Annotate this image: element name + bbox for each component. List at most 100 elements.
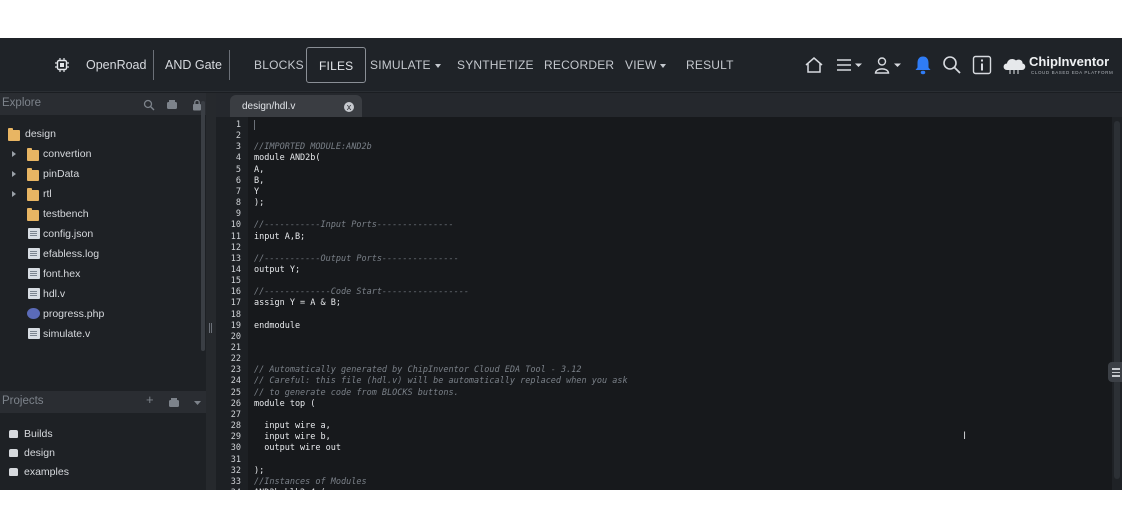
folder-icon — [27, 208, 39, 221]
line-number: 31 — [230, 454, 241, 465]
stack-icon[interactable] — [166, 98, 178, 110]
menu-files[interactable]: FILES — [306, 47, 367, 83]
project-item-label: Builds — [24, 428, 53, 440]
line-number: 16 — [230, 287, 241, 298]
splitter-grip-icon[interactable] — [209, 323, 212, 333]
editor-tab-hdl-v[interactable]: design/hdl.v x — [230, 95, 362, 117]
tab-path: design/ — [242, 101, 275, 112]
menu-icon[interactable] — [836, 54, 864, 76]
code-line: module AND2b( — [254, 153, 321, 164]
project-item-label: design — [24, 447, 55, 459]
user-icon[interactable] — [874, 54, 904, 76]
stack-icon[interactable] — [168, 396, 180, 408]
code-line: ); — [254, 465, 265, 476]
menu-simulate-label: SIMULATE — [370, 58, 431, 72]
code-line: input wire a, — [254, 421, 331, 432]
menu-result[interactable]: RESULT — [686, 47, 734, 83]
home-icon[interactable] — [804, 54, 824, 76]
line-number: 20 — [230, 331, 241, 342]
project-icon — [9, 449, 18, 457]
menu-view-label: VIEW — [625, 58, 657, 72]
chevron-right-icon[interactable] — [12, 191, 16, 197]
tree-item-hdl-v[interactable]: hdl.v — [0, 285, 206, 305]
tree-item-font-hex[interactable]: font.hex — [0, 265, 206, 285]
plus-icon[interactable]: + — [146, 393, 158, 406]
line-number: 29 — [230, 432, 241, 443]
chip-icon[interactable] — [54, 55, 70, 75]
code-line: //-------------Code Start---------------… — [254, 287, 469, 298]
ibeam-cursor-icon: I — [963, 430, 967, 442]
search-icon[interactable] — [942, 54, 962, 76]
line-number: 33 — [230, 476, 241, 487]
line-number: 5 — [235, 164, 241, 175]
project-name[interactable]: OpenRoad — [86, 38, 146, 92]
line-number: 30 — [230, 443, 241, 454]
code-line: B, — [254, 175, 265, 186]
project-item-design[interactable]: design — [0, 445, 206, 463]
line-number: 21 — [230, 343, 241, 353]
chevron-down-icon[interactable] — [193, 396, 205, 408]
line-number: 8 — [235, 198, 241, 209]
code-line: //-----------Input Ports--------------- — [254, 220, 454, 231]
tree-item-config-json[interactable]: config.json — [0, 225, 206, 245]
file-icon — [28, 268, 40, 279]
code-line: assign Y = A & B; — [254, 298, 341, 309]
separator — [153, 50, 154, 80]
projects-header: Projects + — [0, 391, 206, 413]
tree-item-label: pinData — [43, 168, 80, 180]
menu-blocks[interactable]: BLOCKS — [254, 47, 304, 83]
tree-item-label: testbench — [43, 208, 89, 220]
side-panel-toggle[interactable] — [1108, 362, 1122, 382]
tree-item-label: simulate.v — [43, 328, 91, 340]
menu-view[interactable]: VIEW — [625, 47, 667, 83]
line-number: 6 — [235, 175, 241, 186]
project-item-builds[interactable]: Builds — [0, 426, 206, 444]
tree-item-pindata[interactable]: pinData — [0, 165, 206, 185]
menu-simulate[interactable]: SIMULATE — [370, 47, 441, 83]
line-number: 7 — [235, 186, 241, 197]
tree-item-simulate-v[interactable]: simulate.v — [0, 325, 206, 345]
tree-root-label: design — [25, 128, 56, 140]
code-line: // Careful: this file (hdl.v) will be au… — [254, 376, 628, 387]
line-number: 4 — [235, 153, 241, 164]
tree-item-label: efabless.log — [43, 248, 100, 260]
folder-icon — [27, 148, 39, 161]
code-line: A, — [254, 164, 265, 175]
tree-item-progress-php[interactable]: progress.php — [0, 305, 206, 325]
tree-item-efabless-log[interactable]: efabless.log — [0, 245, 206, 265]
scrollbar-thumb[interactable] — [1114, 121, 1120, 479]
caret-down-icon — [660, 63, 667, 68]
tree-item-testbench[interactable]: testbench — [0, 205, 206, 225]
info-icon[interactable] — [972, 54, 992, 76]
design-name[interactable]: AND Gate — [165, 38, 222, 92]
handle-line — [1112, 371, 1120, 373]
brand-tagline: CLOUD BASED EDA PLATFORM — [1031, 70, 1114, 75]
separator — [229, 50, 230, 80]
line-number: 25 — [230, 387, 241, 398]
code-line: // Automatically generated by ChipInvent… — [254, 365, 582, 376]
folder-open-icon — [8, 128, 20, 141]
line-number: 9 — [235, 209, 241, 220]
code-line: //-----------Output Ports--------------- — [254, 253, 459, 264]
tree-item-rtl[interactable]: rtl — [0, 185, 206, 205]
explorer-scrollbar[interactable] — [201, 101, 205, 351]
tree-root-design[interactable]: design — [0, 125, 206, 145]
line-number: 24 — [230, 376, 241, 387]
menu-recorder[interactable]: RECORDER — [544, 47, 614, 83]
chevron-right-icon[interactable] — [12, 171, 16, 177]
editor-scrollbar[interactable] — [1112, 117, 1122, 490]
tab-file: hdl.v — [274, 101, 296, 112]
search-icon[interactable] — [143, 98, 155, 111]
close-icon[interactable]: x — [344, 102, 354, 112]
panel-splitter[interactable] — [206, 93, 216, 490]
tree-item-convertion[interactable]: convertion — [0, 145, 206, 165]
project-item-examples[interactable]: examples — [0, 464, 206, 482]
chevron-right-icon[interactable] — [12, 151, 16, 157]
tree-item-label: convertion — [43, 148, 92, 160]
brand-name: ChipInventor — [1029, 54, 1110, 69]
bell-icon[interactable] — [914, 54, 932, 76]
file-icon — [28, 228, 40, 239]
line-number: 10 — [230, 220, 241, 231]
folder-icon — [27, 168, 39, 181]
menu-synthetize[interactable]: SYNTHETIZE — [457, 47, 534, 83]
